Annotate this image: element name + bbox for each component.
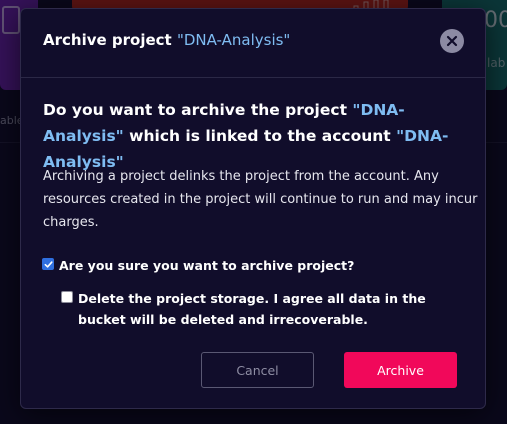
archive-button[interactable]: Archive	[344, 352, 457, 388]
dialog-header: Archive project "DNA-Analysis"	[21, 9, 485, 78]
dialog-title-project: "DNA-Analysis"	[176, 31, 291, 49]
delete-storage-label[interactable]: Delete the project storage. I agree all …	[78, 288, 471, 330]
close-button[interactable]	[440, 29, 464, 53]
archive-question: Do you want to archive the project "DNA-…	[43, 97, 483, 175]
delete-storage-row: Delete the project storage. I agree all …	[61, 288, 471, 330]
dialog-title: Archive project "DNA-Analysis"	[43, 31, 290, 49]
question-text-1: Do you want to archive the project	[43, 101, 353, 119]
archive-project-dialog: Archive project "DNA-Analysis" Do you wa…	[20, 8, 486, 409]
check-icon	[44, 260, 53, 268]
confirm-archive-checkbox[interactable]	[42, 258, 54, 270]
delete-storage-checkbox[interactable]	[61, 291, 73, 303]
question-text-2: which is linked to the account	[123, 127, 397, 145]
confirm-archive-label[interactable]: Are you sure you want to archive project…	[59, 255, 354, 276]
archive-description: Archiving a project delinks the project …	[43, 169, 478, 230]
cancel-button[interactable]: Cancel	[201, 352, 314, 388]
close-icon	[446, 35, 458, 47]
dialog-title-text: Archive project	[43, 31, 177, 49]
confirm-archive-row: Are you sure you want to archive project…	[42, 255, 354, 276]
